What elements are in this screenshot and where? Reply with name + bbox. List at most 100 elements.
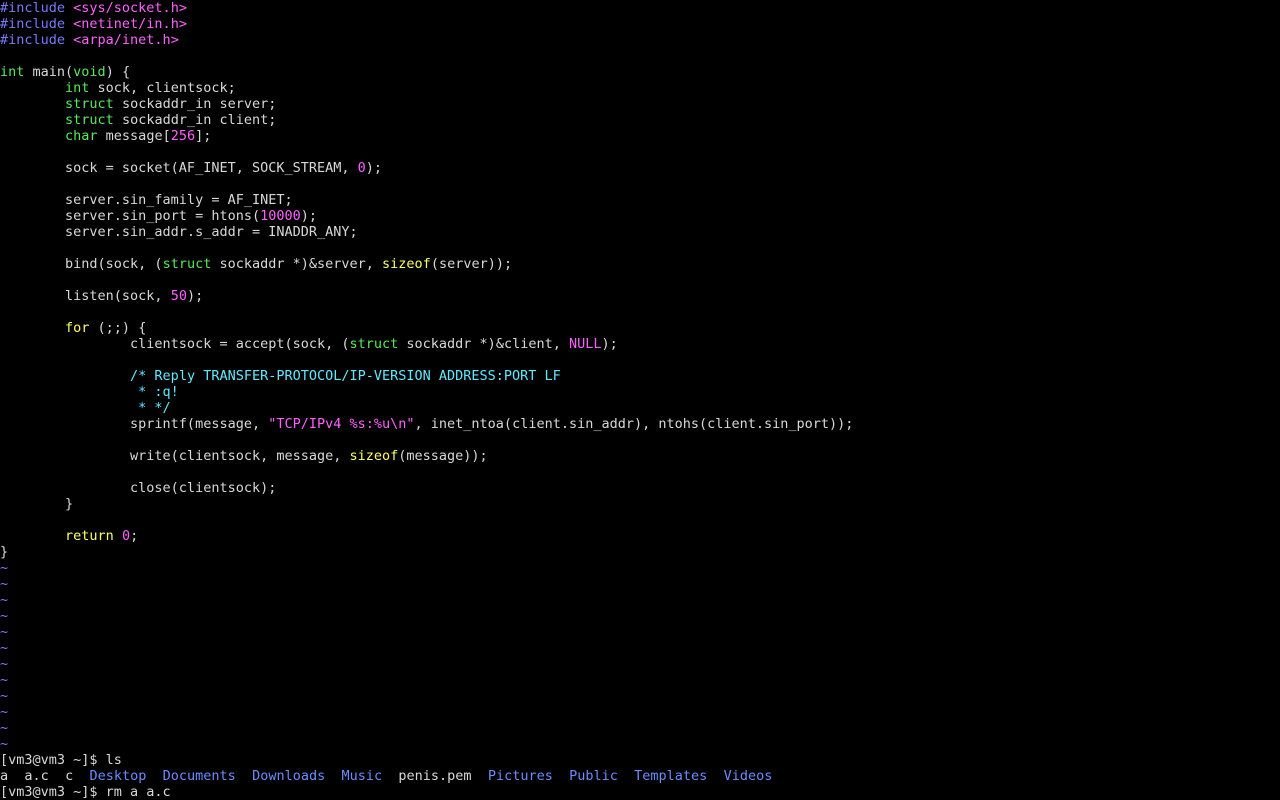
code-line: for (;;) { [0,320,146,336]
code-line: * */ [0,400,171,416]
terminal-window[interactable]: #include <sys/socket.h> #include <netinet… [0,0,1280,800]
code-line: char message[256]; [0,128,211,144]
code-token: (message)); [398,448,488,464]
code-token: sockaddr *)&client, [398,336,569,352]
code-token: ]; [195,128,212,144]
ls-directory-entry: Videos [723,768,773,784]
code-token: sizeof [349,448,399,464]
code-token: 50 [170,288,187,304]
code-line: bind(sock, (struct sockaddr *)&server, s… [0,256,512,272]
ls-output: a a.c c Desktop Documents Downloads Musi… [0,768,772,784]
ls-directory-entry: Documents [162,768,236,784]
vim-tilde-marker: ~ [0,688,9,704]
code-token: bind(sock, ( [0,256,163,272]
code-token: sizeof [382,256,431,272]
code-token: ); [186,288,204,304]
code-token: char [65,128,98,144]
code-line: /* Reply TRANSFER-PROTOCOL/IP-VERSION AD… [0,368,561,384]
code-line: server.sin_port = htons(10000); [0,208,317,224]
code-token: <netinet/in.h> [73,16,187,32]
ls-directory-entry: Music [341,768,383,784]
code-token: #include [0,32,74,48]
code-token: return [65,528,114,544]
code-token: sockaddr_in client; [113,112,277,128]
code-token: struct [162,256,212,272]
vim-tilde-marker: ~ [0,704,9,720]
code-token: void [73,64,106,80]
code-token: <arpa/inet.h> [73,32,179,48]
code-token: <sys/socket.h> [73,0,187,16]
code-token: int [0,64,25,80]
code-token: server.sin_addr.s_addr = INADDR_ANY; [0,224,358,240]
vim-tilde-marker: ~ [0,624,9,640]
vim-tilde-marker: ~ [0,720,9,736]
code-token: struct [65,96,114,112]
code-token: listen(sock, [0,288,171,304]
ls-file-entry: c [65,768,74,784]
code-token: write(clientsock, message, [0,448,350,464]
ls-directory-entry: Templates [634,768,708,784]
code-token: clientsock = accept(sock, ( [0,336,350,352]
code-token: ); [365,160,383,176]
code-line: return 0; [0,528,138,544]
ls-directory-entry: Downloads [252,768,326,784]
code-line: close(clientsock); [0,480,276,496]
ls-directory-entry: Pictures [487,768,553,784]
code-line: #include <arpa/inet.h> [0,32,179,48]
shell-prompt-rm[interactable]: [vm3@vm3 ~]$ rm a a.c [0,784,171,800]
code-token: } [0,544,9,560]
code-token: sock = socket(AF_INET, SOCK_STREAM, [0,160,358,176]
code-token: message[ [97,128,171,144]
ls-file-entry: a.c [24,768,49,784]
code-token: struct [349,336,399,352]
code-token: , inet_ntoa(client.sin_addr), ntohs(clie… [414,416,854,432]
ls-file-entry: a [0,768,9,784]
ls-directory-entry: Public [569,768,618,784]
code-line: sprintf(message, "TCP/IPv4 %s:%u\n", ine… [0,416,853,432]
code-line: } [0,544,8,560]
vim-tilde-marker: ~ [0,656,9,672]
ls-directory-entry: Desktop [89,768,147,784]
code-line: clientsock = accept(sock, (struct sockad… [0,336,618,352]
code-token: close(clientsock); [0,480,277,496]
code-line: write(clientsock, message, sizeof(messag… [0,448,488,464]
vim-tilde-marker: ~ [0,608,9,624]
code-line: server.sin_family = AF_INET; [0,192,293,208]
code-token: 256 [170,128,196,144]
code-line: struct sockaddr_in server; [0,96,276,112]
code-token: ); [601,336,618,352]
code-token: #include [0,16,74,32]
code-token: server.sin_port = htons( [0,208,261,224]
code-token: main( [24,64,74,80]
code-line: int sock, clientsock; [0,80,236,96]
code-token: 10000 [260,208,301,224]
code-line: } [0,496,73,512]
code-token: "TCP/IPv4 %s:%u\n" [268,416,415,432]
shell-prompt-ls: [vm3@vm3 ~]$ ls [0,752,122,768]
code-token: struct [65,112,114,128]
code-line: sock = socket(AF_INET, SOCK_STREAM, 0); [0,160,382,176]
code-line: * :q! [0,384,179,400]
code-token: /* Reply TRANSFER-PROTOCOL/IP-VERSION AD… [130,368,561,384]
code-token: ) { [105,64,131,80]
vim-tilde-marker: ~ [0,576,9,592]
code-token: ; [130,528,139,544]
code-token: 0 [357,160,366,176]
code-line: #include <netinet/in.h> [0,16,187,32]
code-token: #include [0,0,74,16]
code-line: listen(sock, 50); [0,288,203,304]
vim-tilde-marker: ~ [0,736,9,752]
code-token: for [65,320,90,336]
code-token: sockaddr_in server; [113,96,277,112]
code-token: ); [300,208,317,224]
code-line: struct sockaddr_in client; [0,112,276,128]
code-line: server.sin_addr.s_addr = INADDR_ANY; [0,224,358,240]
